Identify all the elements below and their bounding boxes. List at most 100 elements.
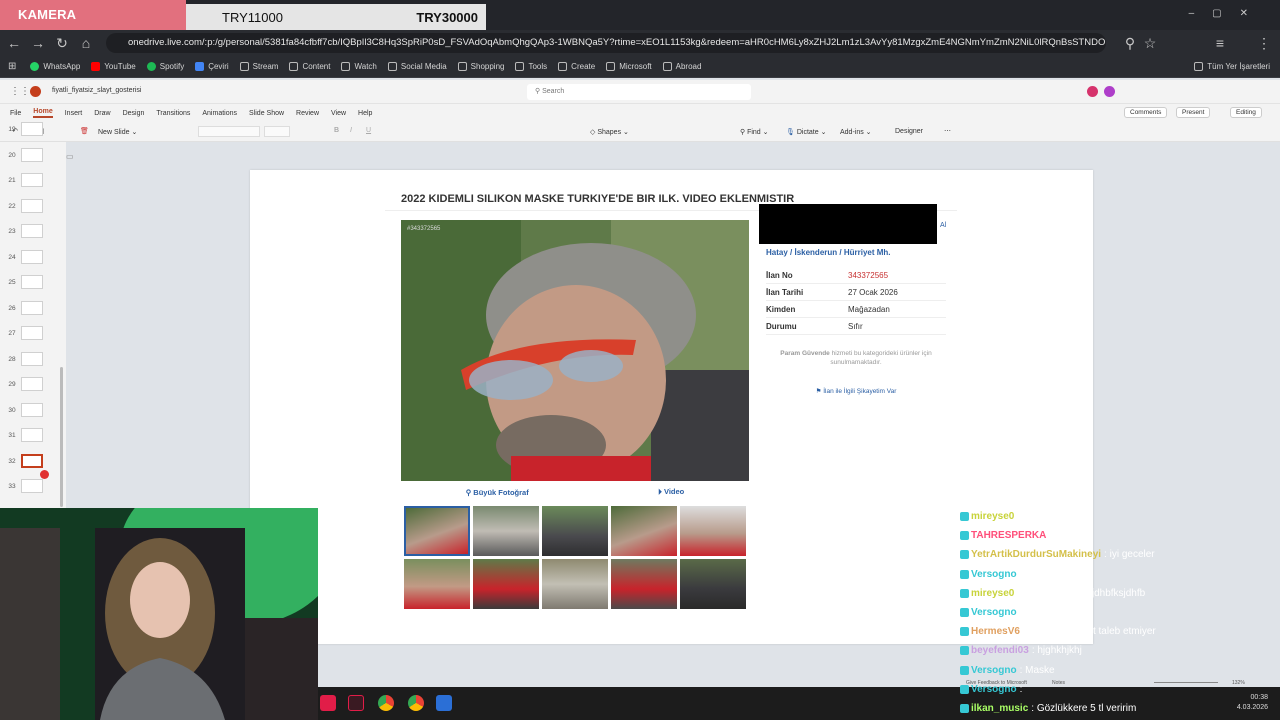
slide-thumbnail-29[interactable]: 29	[0, 377, 66, 397]
chat-username[interactable]: Versogno	[971, 684, 1017, 695]
photo-thumbnail[interactable]	[542, 506, 608, 556]
dictate-button[interactable]: 🎙 Dictate ⌄	[786, 128, 826, 136]
photo-thumbnail[interactable]	[473, 506, 539, 556]
slide-thumbnail-28[interactable]: 28	[0, 351, 66, 372]
slide-thumbnail-25[interactable]: 25	[0, 275, 66, 295]
slide-thumbnail-31[interactable]: 31	[0, 428, 66, 448]
tab-animations[interactable]: Animations	[202, 110, 237, 117]
photo-thumbnail[interactable]	[404, 506, 470, 556]
tab-insert[interactable]: Insert	[65, 110, 83, 117]
chat-username[interactable]: mireyse0	[971, 511, 1014, 522]
slide-thumbnail-21[interactable]: 21	[0, 173, 66, 193]
tiktok-icon[interactable]	[320, 695, 336, 711]
italic-button[interactable]: I	[350, 127, 352, 134]
addins-button[interactable]: Add-ins ⌄	[840, 128, 872, 136]
underline-button[interactable]: U	[366, 127, 371, 134]
font-family-select[interactable]	[198, 126, 260, 137]
reload-icon[interactable]: ↻	[52, 33, 72, 53]
extensions-icon[interactable]: ≡	[1210, 33, 1230, 53]
file-name[interactable]: fiyatli_fiyatsiz_slayt_gosterisi	[52, 87, 141, 94]
designer-button[interactable]: Designer	[895, 128, 923, 135]
chat-username[interactable]: TAHRESPERKA	[971, 530, 1046, 541]
photo-thumbnail[interactable]	[611, 559, 677, 609]
slide-thumbnail-30[interactable]: 30	[0, 402, 66, 423]
chat-username[interactable]: HermesV6	[971, 626, 1020, 637]
slide-thumbnail-22[interactable]: 22	[0, 198, 66, 219]
avatar[interactable]	[1104, 86, 1115, 97]
tab-draw[interactable]: Draw	[94, 110, 110, 117]
present-button[interactable]: Present	[1176, 107, 1211, 118]
breadcrumb-neighborhood[interactable]: Hürriyet Mh.	[844, 248, 891, 257]
slide-thumbnail-26[interactable]: 26	[0, 300, 66, 321]
home-icon[interactable]: ⌂	[76, 33, 96, 53]
tab-home[interactable]: Home	[33, 108, 53, 118]
chrome-icon[interactable]	[408, 695, 424, 711]
photo-thumbnail[interactable]	[680, 559, 746, 609]
address-bar[interactable]: onedrive.live.com/:p:/g/personal/5381fa8…	[106, 33, 1106, 53]
slide-thumbnail-23[interactable]: 23	[0, 224, 66, 244]
font-size-select[interactable]	[264, 126, 290, 137]
chat-username[interactable]: Versogno	[971, 607, 1017, 618]
bookmark-whatsapp[interactable]: WhatsApp	[30, 62, 80, 71]
scrollbar[interactable]	[60, 367, 63, 507]
bold-button[interactable]: B	[334, 127, 339, 134]
chat-username[interactable]: beyefendi03	[971, 645, 1029, 656]
slide-thumbnail-24[interactable]: 24	[0, 249, 66, 270]
bookmark-social-media[interactable]: Social Media	[387, 62, 447, 71]
tab-view[interactable]: View	[331, 110, 346, 117]
vivaldi-icon[interactable]	[348, 695, 364, 711]
bookmark-ceviri[interactable]: Çeviri	[195, 62, 229, 71]
menu-icon[interactable]: ⋮	[1254, 33, 1274, 53]
tab-file[interactable]: File	[10, 110, 21, 117]
bookmark-create[interactable]: Create	[558, 62, 595, 71]
avatar[interactable]	[1087, 86, 1098, 97]
chat-username[interactable]: YetrArtikDurdurSuMakineyi	[971, 549, 1101, 560]
bookmark-youtube[interactable]: YouTube	[91, 62, 136, 71]
comments-button[interactable]: Comments	[1124, 107, 1168, 118]
big-photo-button[interactable]: ⚲ Büyük Fotoğraf	[466, 488, 529, 497]
bookmark-abroad[interactable]: Abroad	[662, 62, 701, 71]
slide-thumbnail-27[interactable]: 27	[0, 326, 66, 346]
tab-review[interactable]: Review	[296, 110, 319, 117]
tab-help[interactable]: Help	[358, 110, 372, 117]
chat-username[interactable]: mireyse0	[971, 588, 1014, 599]
photo-thumbnail[interactable]	[404, 559, 470, 609]
tab-slide-show[interactable]: Slide Show	[249, 110, 284, 117]
tab-transitions[interactable]: Transitions	[156, 110, 190, 117]
star-icon[interactable]: ☆	[1140, 33, 1160, 53]
photo-thumbnail[interactable]	[542, 559, 608, 609]
video-button[interactable]: ⏵ Video	[658, 487, 684, 497]
chat-username[interactable]: Versogno	[971, 569, 1017, 580]
chat-username[interactable]: Versogno	[971, 665, 1017, 676]
delete-icon[interactable]: 🗑	[80, 127, 89, 135]
chrome-icon[interactable]	[378, 695, 394, 711]
slide-thumbnail-32[interactable]: 32	[0, 453, 66, 474]
bookmark-watch[interactable]: Watch	[341, 62, 377, 71]
search-box[interactable]: ⚲ Search	[527, 84, 751, 100]
slide-thumbnail-33[interactable]: 33	[0, 479, 66, 499]
bookmark-stream[interactable]: Stream	[239, 62, 278, 71]
all-bookmarks[interactable]: Tüm Yer İşaretleri	[1194, 62, 1270, 71]
app-icon[interactable]	[436, 695, 452, 711]
apps-icon[interactable]: ⊞	[8, 61, 16, 72]
slide-thumbnail-20[interactable]: 20	[0, 147, 66, 168]
apps-grid-icon[interactable]: ⋮⋮	[10, 86, 30, 97]
forward-icon[interactable]: →	[28, 33, 48, 53]
collapse-pane-icon[interactable]: ▭	[66, 152, 74, 161]
find-button[interactable]: ⚲ Find ⌄	[740, 128, 769, 136]
back-icon[interactable]: ←	[4, 33, 24, 53]
new-slide-button[interactable]: New Slide ⌄	[98, 128, 137, 136]
report-link[interactable]: ⚑ İlan ile İlgili Şikayetim Var	[766, 387, 946, 395]
bookmark-content[interactable]: Content	[289, 62, 330, 71]
bookmark-shopping[interactable]: Shopping	[457, 62, 504, 71]
breadcrumb-district[interactable]: İskenderun	[794, 248, 837, 257]
bookmark-microsoft[interactable]: Microsoft	[606, 62, 652, 71]
shapes-button[interactable]: ◇ Shapes ⌄	[590, 128, 629, 136]
zoom-icon[interactable]: ⚲	[1120, 33, 1140, 53]
bookmark-tools[interactable]: Tools	[515, 62, 547, 71]
slide-thumbnail-19[interactable]: 19	[0, 122, 66, 142]
tab-design[interactable]: Design	[123, 110, 145, 117]
bookmark-spotify[interactable]: Spotify	[146, 62, 184, 71]
main-listing-photo[interactable]: #343372565	[401, 220, 749, 481]
editing-button[interactable]: Editing	[1230, 107, 1262, 118]
